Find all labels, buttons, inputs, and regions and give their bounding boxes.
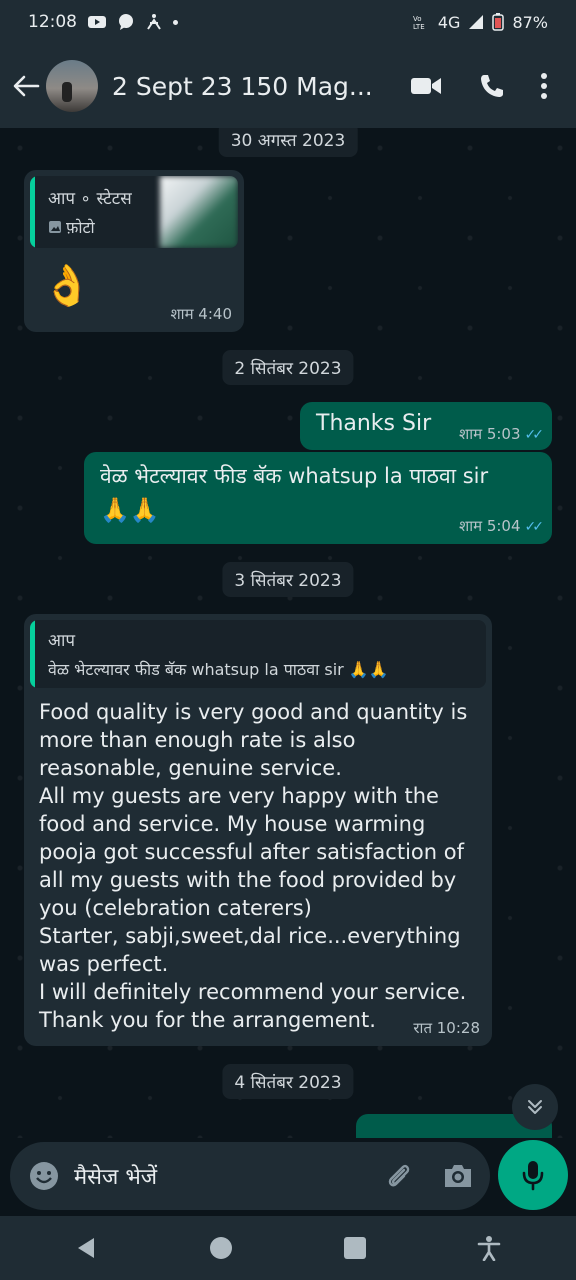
video-camera-icon <box>411 78 441 94</box>
activity-icon <box>147 14 161 30</box>
avatar[interactable] <box>46 60 98 112</box>
youtube-icon <box>88 16 106 28</box>
date-separator: 30 अगस्त 2023 <box>218 128 358 157</box>
quote-text: वेळ भेटल्यावर फीड बॅक whatsup la पाठवा s… <box>48 660 389 679</box>
quoted-message[interactable]: आप वेळ भेटल्यावर फीड बॅक whatsup la पाठव… <box>30 620 486 688</box>
paperclip-icon[interactable] <box>382 1160 414 1192</box>
message-line: Starter, sabji,sweet,dal rice...everythi… <box>39 924 461 948</box>
chat-title[interactable]: 2 Sept 23 150 Mag... <box>112 72 382 101</box>
message-line: you (celebration caterers) <box>39 896 312 920</box>
date-separator: 2 सितंबर 2023 <box>222 350 354 385</box>
voice-message-button[interactable] <box>498 1140 568 1210</box>
video-call-button[interactable] <box>404 64 448 108</box>
message-text: वेळ भेटल्यावर फीड बॅक whatsup la पाठवा s… <box>100 464 489 488</box>
message-line: pooja got successful after satisfaction … <box>39 840 464 864</box>
quote-accent-bar <box>30 176 35 248</box>
date-separator: 4 सितंबर 2023 <box>222 1064 354 1099</box>
message-bubble-outgoing[interactable]: वेळ भेटल्यावर फीड बॅक whatsup la पाठवा s… <box>84 452 552 544</box>
message-list[interactable]: 30 अगस्त 2023 आप ∘ स्टेटस फ़ोटो 👌 शाम 4:… <box>0 128 576 1138</box>
status-bar: 12:08 Vo LTE 4G 87% <box>0 0 576 44</box>
nav-home-icon[interactable] <box>208 1235 234 1261</box>
more-notifications-dot <box>173 19 178 25</box>
message-line: was perfect. <box>39 952 169 976</box>
microphone-icon <box>522 1161 544 1191</box>
network-type: 4G <box>437 12 461 32</box>
status-thumbnail <box>160 176 238 248</box>
chat-header: 2 Sept 23 150 Mag... <box>0 44 576 128</box>
arrow-left-icon <box>13 75 40 97</box>
quote-accent-bar <box>30 620 35 688</box>
system-navigation-bar <box>0 1216 576 1280</box>
kebab-menu-icon <box>541 73 547 99</box>
message-time: शाम 5:03 <box>459 425 521 443</box>
battery-icon <box>492 13 505 31</box>
signal-icon <box>469 15 484 29</box>
message-meta: शाम 5:03 ✓✓ <box>459 424 545 444</box>
chat-notification-icon <box>119 14 133 30</box>
message-meta: शाम 5:04 ✓✓ <box>459 516 545 536</box>
message-emoji: 👌 <box>42 263 92 309</box>
volte-icon: VoLTE <box>413 15 425 31</box>
message-line: more than enough rate is also <box>39 728 356 752</box>
message-text: Food quality is very good and quantity i… <box>39 698 489 1034</box>
svg-text:LTE: LTE <box>413 23 425 31</box>
voice-call-button[interactable] <box>470 64 514 108</box>
message-line: Food quality is very good and quantity i… <box>39 700 468 724</box>
message-input[interactable]: मैसेज भेजें <box>74 1161 382 1191</box>
battery-level: 87% <box>512 12 548 32</box>
message-line: all my guests with the food provided by <box>39 868 457 892</box>
quote-author: आप ∘ स्टेटस <box>48 189 132 209</box>
message-text: Thanks Sir <box>316 411 432 436</box>
double-chevron-down-icon <box>528 1100 542 1114</box>
nav-recents-icon[interactable] <box>342 1235 368 1261</box>
back-button[interactable] <box>10 70 42 102</box>
quote-media-type: फ़ोटो <box>66 218 95 237</box>
emoji-icon[interactable] <box>28 1160 60 1192</box>
composer: मैसेज भेजें <box>0 1138 576 1216</box>
accessibility-icon[interactable] <box>476 1235 502 1261</box>
message-time: रात 10:28 <box>413 1019 480 1037</box>
svg-text:Vo: Vo <box>413 15 422 23</box>
read-receipt-icon: ✓✓ <box>524 427 545 443</box>
message-time: शाम 4:40 <box>170 305 232 323</box>
message-line: All my guests are very happy with the <box>39 784 439 808</box>
message-line: food and service. My house warming <box>39 812 426 836</box>
photo-icon <box>49 221 61 233</box>
date-separator: 3 सितंबर 2023 <box>222 562 354 597</box>
message-bubble-outgoing[interactable]: Thanks Sir शाम 5:03 ✓✓ <box>300 402 552 450</box>
phone-icon <box>481 75 503 97</box>
message-emoji: 🙏🙏 <box>100 496 160 524</box>
camera-icon[interactable] <box>442 1162 474 1190</box>
message-bubble-incoming[interactable]: आप ∘ स्टेटस फ़ोटो 👌 शाम 4:40 <box>24 170 244 332</box>
message-input-container[interactable]: मैसेज भेजें <box>10 1142 490 1210</box>
message-bubble-incoming[interactable]: आप वेळ भेटल्यावर फीड बॅक whatsup la पाठव… <box>24 614 492 1046</box>
quoted-status[interactable]: आप ∘ स्टेटस फ़ोटो <box>30 176 238 248</box>
message-line: I will definitely recommend your service… <box>39 980 467 1004</box>
nav-back-icon[interactable] <box>74 1235 100 1261</box>
message-line: reasonable, genuine service. <box>39 756 342 780</box>
more-options-button[interactable] <box>528 64 560 108</box>
scroll-to-bottom-button[interactable] <box>512 1084 558 1130</box>
clock: 12:08 <box>28 12 77 32</box>
read-receipt-icon: ✓✓ <box>524 519 545 535</box>
message-time: शाम 5:04 <box>459 517 521 535</box>
quote-author: आप <box>48 631 76 651</box>
